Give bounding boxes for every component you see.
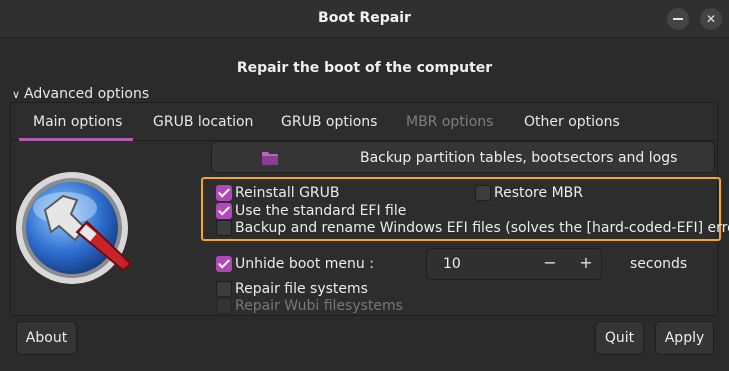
tab-main-options[interactable]: Main options: [33, 114, 122, 130]
window-title: Boot Repair: [318, 10, 411, 26]
advanced-options-expander[interactable]: ∨ Advanced options: [12, 86, 149, 102]
close-icon: ✕: [705, 12, 717, 26]
seconds-label: seconds: [630, 256, 688, 272]
repair-fs-checkbox[interactable]: [216, 281, 232, 297]
unhide-boot-menu-checkbox[interactable]: [216, 256, 232, 272]
decrement-button[interactable]: −: [535, 253, 565, 277]
minimize-icon: [673, 18, 683, 20]
backup-rename-efi-label: Backup and rename Windows EFI files (sol…: [235, 220, 729, 236]
unhide-boot-menu-label: Unhide boot menu :: [235, 256, 374, 272]
increment-button[interactable]: +: [571, 253, 601, 277]
folder-icon: [262, 152, 278, 165]
reinstall-grub-label: Reinstall GRUB: [235, 185, 340, 201]
repair-wubi-label: Repair Wubi filesystems: [235, 298, 403, 314]
use-standard-efi-checkbox[interactable]: [216, 203, 232, 219]
boot-repair-logo: [16, 172, 133, 284]
timeout-value[interactable]: 10: [443, 256, 461, 272]
restore-mbr-label: Restore MBR: [494, 185, 583, 201]
use-standard-efi-label: Use the standard EFI file: [235, 203, 407, 219]
minimize-button[interactable]: [667, 8, 689, 30]
boot-menu-timeout-spinner[interactable]: 10 − +: [426, 248, 602, 280]
backup-partitions-button[interactable]: Backup partition tables, bootsectors and…: [211, 141, 715, 173]
tab-mbr-options: MBR options: [406, 114, 494, 130]
tab-grub-options[interactable]: GRUB options: [281, 114, 377, 130]
page-subtitle: Repair the boot of the computer: [236, 60, 493, 76]
repair-fs-label: Repair file systems: [235, 281, 368, 297]
backup-rename-efi-checkbox[interactable]: [216, 220, 232, 236]
about-button[interactable]: About: [16, 321, 77, 355]
tab-other-options[interactable]: Other options: [524, 114, 620, 130]
repair-wubi-checkbox: [216, 298, 232, 314]
title-bar: Boot Repair ✕: [0, 0, 729, 38]
tab-bar: Main options GRUB location GRUB options …: [11, 103, 717, 141]
reinstall-grub-checkbox[interactable]: [216, 185, 232, 201]
apply-button[interactable]: Apply: [655, 321, 714, 355]
advanced-options-label: Advanced options: [24, 86, 150, 102]
chevron-down-icon: ∨: [12, 88, 21, 101]
restore-mbr-checkbox[interactable]: [475, 185, 491, 201]
backup-button-label: Backup partition tables, bootsectors and…: [360, 150, 678, 166]
selected-tab-indicator: [19, 138, 133, 141]
quit-button[interactable]: Quit: [595, 321, 644, 355]
close-button[interactable]: ✕: [700, 8, 722, 30]
tab-grub-location[interactable]: GRUB location: [153, 114, 253, 130]
